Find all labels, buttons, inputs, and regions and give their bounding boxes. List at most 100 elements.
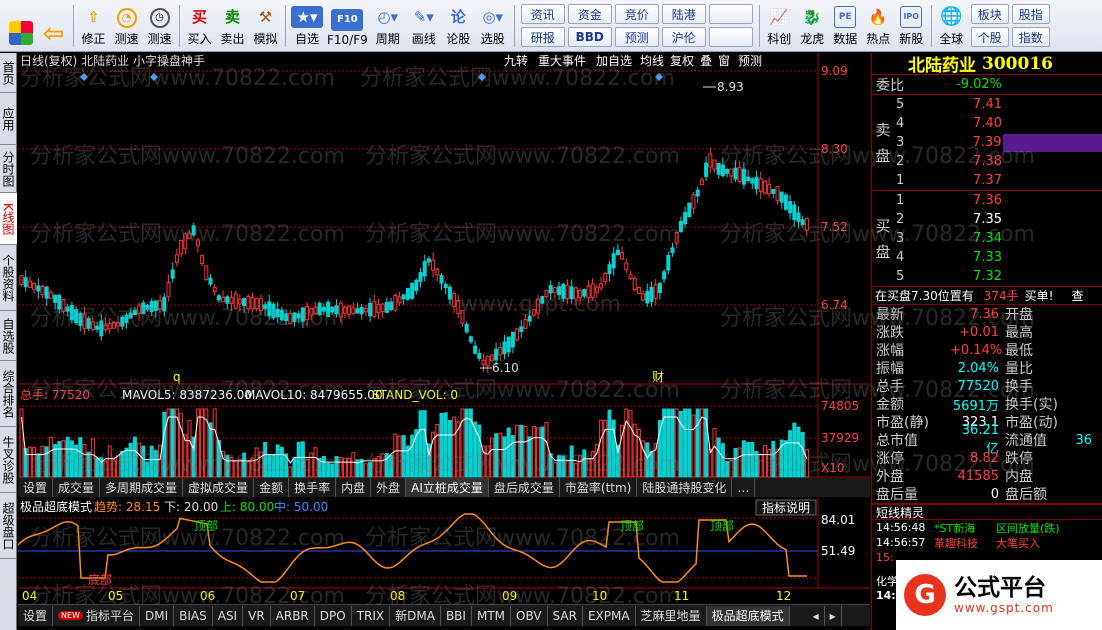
subtab-outer[interactable]: 外盘	[371, 478, 407, 497]
data-button[interactable]: PE 数据	[829, 2, 862, 50]
btab-indicator-platform[interactable]: NEW 指标平台	[53, 605, 140, 626]
subtab-amount[interactable]: 金额	[254, 478, 290, 497]
btab-sesame-volume[interactable]: 芝麻里地量	[636, 605, 707, 626]
subtab-hk-holding[interactable]: 陆股通持股变化	[637, 478, 733, 497]
bid-row[interactable]: 2 7.35	[896, 210, 1102, 229]
simulate-button[interactable]: ⚒ 模拟	[249, 2, 282, 50]
jiuzhuan-button[interactable]: 九转	[504, 53, 528, 68]
btab-arbr[interactable]: ARBR	[271, 605, 315, 626]
f10-button[interactable]: F10 F10/F9	[325, 2, 370, 50]
bid-row[interactable]: 5 7.32	[896, 267, 1102, 286]
global-button[interactable]: 🌐 全球	[935, 2, 968, 50]
major-events-button[interactable]: 重大事件	[538, 54, 586, 68]
bid-row[interactable]: 3 7.34	[896, 229, 1102, 248]
period-button[interactable]: ◴▾ 周期	[370, 2, 406, 50]
tab-profile[interactable]: 个股资料	[0, 245, 17, 311]
btab-obv[interactable]: OBV	[511, 605, 548, 626]
bid-row[interactable]: 1 7.36	[896, 191, 1102, 210]
bid-row[interactable]: 4 7.33	[896, 248, 1102, 267]
select-button[interactable]: ◎▾ 选股	[475, 2, 511, 50]
ask-row[interactable]: 3 7.39	[896, 133, 1102, 152]
forecast-button[interactable]: 预测	[614, 27, 659, 47]
subtab-after-hours[interactable]: 盘后成交量	[489, 478, 560, 497]
scroll-left-button[interactable]: ◂	[808, 605, 825, 626]
watchlist-button[interactable]: ★▾ 自选	[289, 2, 325, 50]
back-button[interactable]: ⇦	[37, 2, 70, 50]
subtab-multi-period-volume[interactable]: 多周期成交量	[100, 478, 184, 497]
btab-mtm[interactable]: MTM	[472, 605, 512, 626]
subtab-volume[interactable]: 成交量	[53, 478, 101, 497]
tab-apps[interactable]: 应用	[0, 93, 17, 145]
tab-orderbook[interactable]: 超级盘口	[0, 493, 17, 559]
oscillator-chart[interactable]: 极品超底模式 趋势: 28.15 下: 20.00 上: 80.00 中: 50…	[18, 498, 870, 604]
ask-row[interactable]: 1 7.37	[896, 171, 1102, 190]
subtab-virtual-volume[interactable]: 虚拟成交量	[183, 478, 255, 497]
stock-button[interactable]: 个股	[970, 27, 1009, 47]
hk-connect-button[interactable]: 陆港	[661, 4, 706, 24]
btab-dpo[interactable]: DPO	[315, 605, 352, 626]
btab-super-bottom[interactable]: 极品超底模式	[706, 605, 790, 626]
btab-settings[interactable]: 设置	[18, 605, 54, 626]
tick-row[interactable]: 14:56:48 *ST新海 区间放量(跌)	[872, 520, 1102, 535]
tab-diagnosis[interactable]: 牛叉诊股	[0, 427, 17, 493]
add-watch-button[interactable]: 加自选	[596, 54, 632, 68]
sector-button[interactable]: 板块	[970, 4, 1009, 24]
subtab-settings[interactable]: 设置	[18, 478, 54, 497]
tab-ranking[interactable]: 综合排名	[0, 361, 17, 427]
btab-bias[interactable]: BIAS	[174, 605, 213, 626]
scroll-right-button[interactable]: ▸	[825, 605, 842, 626]
info-button[interactable]: 资讯	[520, 4, 565, 24]
clock-button[interactable]: ◷ 测速	[143, 2, 176, 50]
ask-row[interactable]: 5 7.41	[896, 95, 1102, 114]
index-button[interactable]: 指数	[1011, 27, 1050, 47]
forecast-kline-button[interactable]: 预测	[738, 54, 762, 68]
bidding-button[interactable]: 竞价	[614, 4, 659, 24]
subtab-pe-ttm[interactable]: 市盈率(ttm)	[560, 478, 638, 497]
sell-button[interactable]: 卖卖出	[216, 2, 249, 50]
subtab-turnover[interactable]: 换手率	[289, 478, 337, 497]
modify-button[interactable]: ⇧ 修正	[77, 2, 110, 50]
shanghai-london-button[interactable]: 沪伦	[661, 27, 706, 47]
btab-vr[interactable]: VR	[243, 605, 271, 626]
indicator-help-button[interactable]: 指标说明	[762, 500, 810, 515]
btab-asi[interactable]: ASI	[213, 605, 244, 626]
btab-dmi[interactable]: DMI	[140, 605, 175, 626]
window-button[interactable]: 窗	[718, 54, 730, 68]
volume-chart[interactable]: 总手: 77520 MAVOL5: 8387236.00 MAVOL10: 84…	[18, 386, 870, 478]
candle	[796, 212, 801, 222]
futures-button[interactable]: 股指	[1011, 4, 1050, 24]
btab-bbi[interactable]: BBI	[441, 605, 472, 626]
buy-button[interactable]: 买买入	[183, 2, 216, 50]
toolbar-grid: 资讯 资金 竞价 陆港 研报 BBD 预测 沪伦	[520, 4, 753, 47]
btab-trix[interactable]: TRIX	[352, 605, 391, 626]
ask-row[interactable]: 4 7.40	[896, 114, 1102, 133]
kline-chart[interactable]: 日线(复权) 北陆药业 小字操盘神手 九转 重大事件 加自选 均线 复权 叠 窗…	[18, 53, 870, 385]
ipo-button[interactable]: IPO 新股	[895, 2, 928, 50]
speedtest-button[interactable]: ◔ 测速	[110, 2, 143, 50]
ask-row[interactable]: 2 7.38	[896, 152, 1102, 171]
subtab-ai-volume[interactable]: AI立桩成交量	[406, 478, 489, 497]
btab-sar[interactable]: SAR	[548, 605, 583, 626]
overlay-button[interactable]: 叠	[700, 54, 712, 68]
tab-home[interactable]: 首页	[0, 53, 17, 93]
funds-button[interactable]: 资金	[567, 4, 612, 24]
home-button[interactable]	[4, 2, 37, 50]
tick-row[interactable]: 14:56:57 革趣科技 大笔买入	[872, 535, 1102, 550]
kechuang-button[interactable]: 📈 科创	[763, 2, 796, 50]
query-button[interactable]: 查	[1071, 287, 1083, 304]
ma-button[interactable]: 均线	[640, 54, 664, 68]
subtab-inner[interactable]: 内盘	[336, 478, 372, 497]
longhu-button[interactable]: 🐉 龙虎	[796, 2, 829, 50]
adjust-button[interactable]: 复权	[670, 54, 694, 68]
research-button[interactable]: 研报	[520, 27, 565, 47]
tab-kline[interactable]: K线图	[0, 193, 17, 245]
tab-watchlist[interactable]: 自选股	[0, 311, 17, 361]
tab-intraday[interactable]: 分时图	[0, 145, 17, 193]
bbd-button[interactable]: BBD	[567, 27, 612, 47]
hot-button[interactable]: 🔥 热点	[862, 2, 895, 50]
draw-button[interactable]: ✎▾ 画线	[406, 2, 442, 50]
board-button[interactable]: 论论股	[442, 2, 475, 50]
subtab-more[interactable]: …	[732, 478, 756, 497]
btab-new-dma[interactable]: 新DMA	[390, 605, 441, 626]
btab-expma[interactable]: EXPMA	[583, 605, 636, 626]
